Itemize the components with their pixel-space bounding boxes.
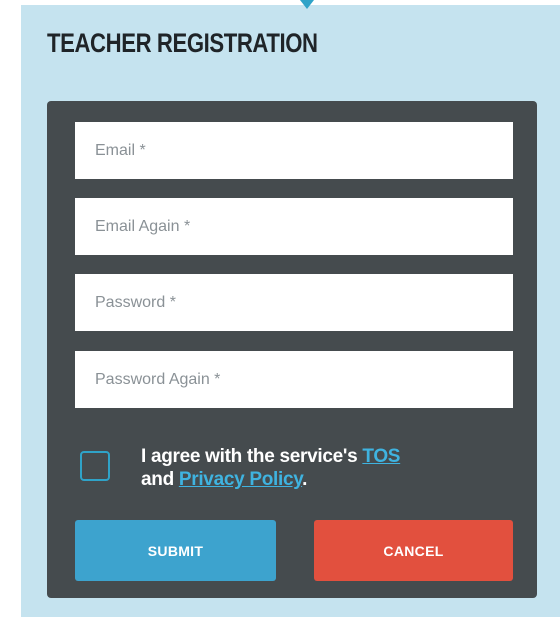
email-field[interactable] xyxy=(75,122,513,179)
agreement-text: I agree with the service's TOS and Privac… xyxy=(141,445,501,491)
submit-button[interactable]: SUBMIT xyxy=(75,520,276,581)
tos-link[interactable]: TOS xyxy=(362,446,400,467)
pointer-arrow-icon xyxy=(300,0,314,9)
privacy-policy-link[interactable]: Privacy Policy xyxy=(179,469,303,490)
password-field[interactable] xyxy=(75,274,513,331)
agree-checkbox[interactable] xyxy=(80,451,110,481)
page-title: TEACHER REGISTRATION xyxy=(47,28,318,58)
cancel-button[interactable]: CANCEL xyxy=(314,520,513,581)
email-again-field[interactable] xyxy=(75,198,513,255)
agreement-prefix: I agree with the service's xyxy=(141,446,363,467)
agreement-suffix: . xyxy=(302,469,308,490)
password-again-field[interactable] xyxy=(75,351,513,408)
agreement-middle: and xyxy=(141,469,179,490)
